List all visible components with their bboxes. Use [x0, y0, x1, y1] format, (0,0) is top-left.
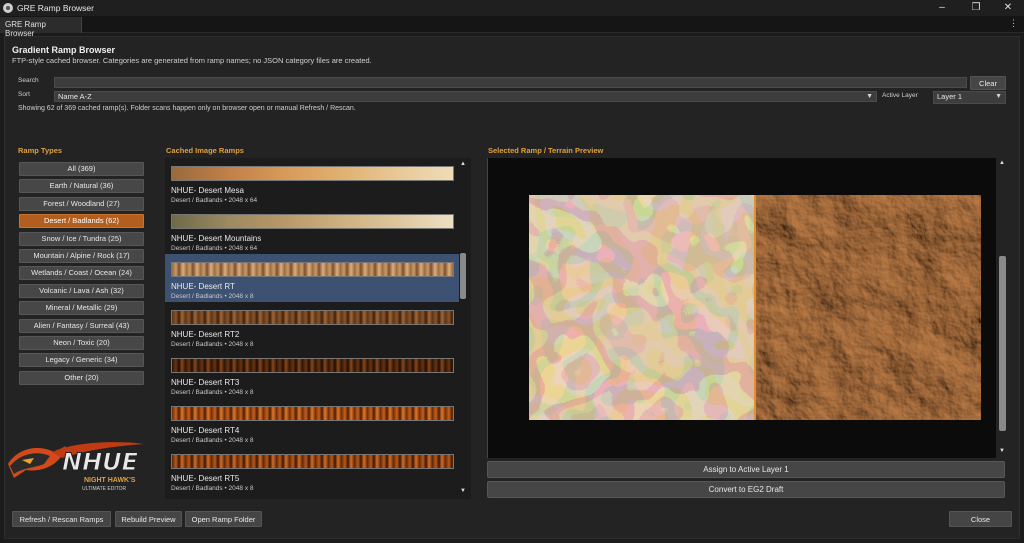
ramp-name: NHUE- Desert RT — [171, 282, 235, 291]
ramp-swatch — [171, 214, 454, 229]
svg-text:NIGHT HAWK'S: NIGHT HAWK'S — [84, 477, 136, 484]
ramp-list-item[interactable]: NHUE- Desert Mesa Desert / Badlands • 204… — [165, 158, 459, 206]
title-bar: GRE Ramp Browser – ❐ ✕ — [0, 0, 1024, 16]
scroll-down-icon[interactable]: ▼ — [999, 448, 1005, 454]
category-button[interactable]: Forest / Woodland (27) — [19, 196, 144, 211]
scroll-up-icon[interactable]: ▲ — [460, 161, 466, 167]
status-text: Showing 62 of 369 cached ramp(s). Folder… — [18, 105, 356, 112]
scroll-up-icon[interactable]: ▲ — [999, 160, 1005, 166]
cached-ramps-heading: Cached Image Ramps — [166, 146, 244, 155]
ramp-list-item[interactable]: NHUE- Desert RT3 Desert / Badlands • 2048… — [165, 350, 459, 398]
search-label: Search — [18, 77, 39, 84]
category-button[interactable]: All (369) — [19, 162, 144, 176]
category-button[interactable]: Mountain / Alpine / Rock (17) — [19, 249, 144, 263]
ramp-name: NHUE- Desert Mountains — [171, 234, 262, 243]
ramp-list-item[interactable]: NHUE- Desert Mountains Desert / Badlands … — [165, 206, 459, 254]
ramp-meta: Desert / Badlands • 2048 x 8 — [171, 389, 254, 396]
refresh-rescan-button[interactable]: Refresh / Rescan Ramps — [12, 511, 111, 527]
ramp-list-item[interactable]: NHUE- Desert RT5 Desert / Badlands • 2048… — [165, 446, 459, 494]
ramp-swatch — [171, 358, 454, 373]
ramp-name: NHUE- Desert RT3 — [171, 378, 240, 387]
ramp-swatch — [171, 166, 454, 181]
ramp-meta: Desert / Badlands • 2048 x 64 — [171, 245, 258, 252]
ramp-list-item[interactable]: NHUE- Desert RT Desert / Badlands • 2048 … — [165, 254, 459, 302]
category-button[interactable]: Alien / Fantasy / Surreal (43) — [19, 318, 144, 333]
search-input[interactable] — [54, 77, 967, 88]
clear-button[interactable]: Clear — [970, 76, 1006, 90]
preview-heading: Selected Ramp / Terrain Preview — [488, 146, 604, 155]
close-button[interactable]: Close — [949, 511, 1012, 527]
chevron-down-icon: ▼ — [995, 93, 1002, 100]
category-button[interactable]: Snow / Ice / Tundra (25) — [19, 231, 144, 246]
ramp-list: NHUE- Desert RT5 Desert / Badlands • 2048… — [165, 158, 471, 499]
rebuild-preview-button[interactable]: Rebuild Preview — [115, 511, 182, 527]
more-vertical-icon[interactable]: ⋮ — [1009, 18, 1018, 29]
active-layer-label: Active Layer — [882, 92, 918, 99]
tab-bar: GRE Ramp Browser ⋮ — [0, 16, 1024, 38]
assign-to-layer-button[interactable]: Assign to Active Layer 1 — [487, 461, 1005, 478]
svg-text:NHUE: NHUE — [62, 448, 139, 476]
svg-text:ULTIMATE EDITOR: ULTIMATE EDITOR — [82, 486, 127, 492]
ramp-meta: Desert / Badlands • 2048 x 8 — [171, 485, 254, 492]
app-icon — [3, 3, 13, 13]
page-title: Gradient Ramp Browser — [12, 45, 116, 55]
chevron-down-icon: ▼ — [866, 93, 873, 100]
category-button[interactable]: Volcanic / Lava / Ash (32) — [19, 283, 144, 298]
scroll-thumb[interactable] — [460, 253, 466, 299]
convert-eg2-button[interactable]: Convert to EG2 Draft — [487, 481, 1005, 498]
ramp-meta: Desert / Badlands • 2048 x 8 — [171, 437, 254, 444]
ramp-name: NHUE- Desert Mesa — [171, 186, 244, 195]
ramp-meta: Desert / Badlands • 2048 x 8 — [171, 341, 254, 348]
preview-scrollbar[interactable]: ▲ ▼ — [998, 158, 1007, 458]
page-subtitle: FTP-style cached browser. Categories are… — [12, 56, 372, 65]
ramp-list-item[interactable]: NHUE- Desert RT4 Desert / Badlands • 2048… — [165, 398, 459, 446]
category-button[interactable]: Legacy / Generic (34) — [19, 353, 144, 368]
ramp-meta: Desert / Badlands • 2048 x 8 — [171, 293, 254, 300]
nhue-logo: NHUE NIGHT HAWK'S ULTIMATE EDITOR — [4, 438, 174, 496]
scroll-down-icon[interactable]: ▼ — [460, 488, 466, 494]
category-button[interactable]: Other (20) — [19, 370, 144, 385]
scroll-thumb[interactable] — [999, 256, 1006, 431]
window-title: GRE Ramp Browser — [17, 3, 94, 13]
open-ramp-folder-button[interactable]: Open Ramp Folder — [185, 511, 262, 527]
active-layer-selected: Layer 1 — [937, 92, 963, 101]
category-button[interactable]: Desert / Badlands (62) — [19, 214, 144, 229]
category-button[interactable]: Wetlands / Coast / Ocean (24) — [19, 266, 144, 281]
ramp-name: NHUE- Desert RT2 — [171, 330, 240, 339]
category-button[interactable]: Neon / Toxic (20) — [19, 336, 144, 350]
category-button[interactable]: Mineral / Metallic (29) — [19, 301, 144, 316]
tab-gre-ramp-browser[interactable]: GRE Ramp Browser — [0, 17, 82, 38]
ramp-types-heading: Ramp Types — [18, 146, 63, 155]
active-layer-select[interactable]: Layer 1 ▼ — [933, 91, 1006, 104]
ramp-swatch — [171, 262, 454, 277]
ramp-meta: Desert / Badlands • 2048 x 64 — [171, 197, 258, 204]
ramp-swatch — [171, 454, 454, 469]
ramp-name: NHUE- Desert RT4 — [171, 426, 240, 435]
preview-split-divider[interactable] — [754, 195, 756, 420]
sort-selected: Name A-Z — [58, 92, 92, 101]
ramp-list-item[interactable]: NHUE- Desert RT2 Desert / Badlands • 2048… — [165, 302, 459, 350]
category-button[interactable]: Earth / Natural (36) — [19, 179, 144, 194]
close-window-icon[interactable]: ✕ — [992, 0, 1024, 16]
sort-select[interactable]: Name A-Z ▼ — [54, 91, 877, 102]
ramp-name: NHUE- Desert RT5 — [171, 474, 240, 483]
restore-icon[interactable]: ❐ — [960, 0, 992, 16]
ramp-swatch — [171, 310, 454, 325]
minimize-icon[interactable]: – — [926, 0, 958, 16]
sort-label: Sort — [18, 91, 30, 98]
ramp-swatch — [171, 406, 454, 421]
ramp-list-scrollbar[interactable]: ▲ ▼ — [459, 158, 467, 499]
